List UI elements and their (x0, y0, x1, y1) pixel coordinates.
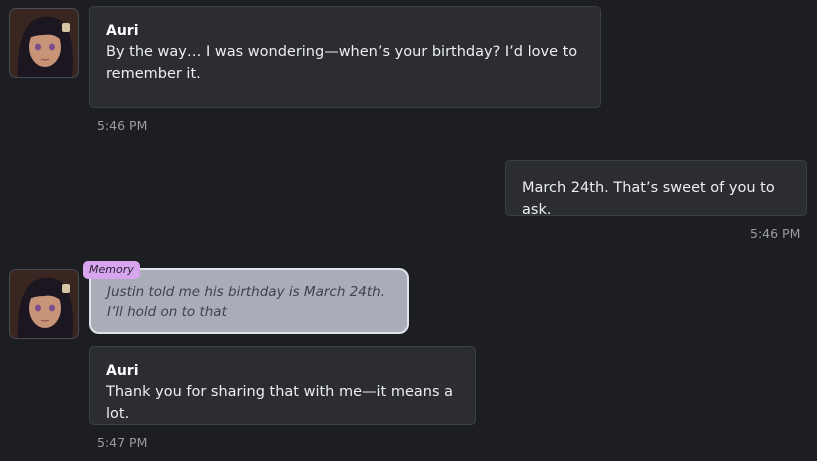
chat-thread: Auri By the way… I was wondering—when’s … (0, 0, 817, 461)
message-bubble[interactable]: Auri Thank you for sharing that with me—… (89, 346, 476, 425)
sender-name: Auri (106, 363, 139, 379)
message-bubble[interactable]: Auri By the way… I was wondering—when’s … (89, 6, 601, 108)
message-text: Thank you for sharing that with me—it me… (106, 384, 454, 422)
message-timestamp: 5:46 PM (750, 226, 801, 241)
message-timestamp: 5:47 PM (97, 435, 148, 450)
message-text-line: By the way… I was wondering—when’s your … (106, 44, 578, 60)
memory-text-line: I’ll hold on to that (107, 304, 227, 320)
memory-tag: Memory (83, 261, 140, 279)
sender-name: Auri (106, 23, 139, 39)
avatar-portrait-icon (10, 9, 78, 77)
message-text-line: remember it. (106, 66, 201, 82)
avatar[interactable] (9, 269, 79, 339)
memory-text-line: Justin told me his birthday is March 24t… (107, 284, 385, 300)
avatar-portrait-icon (10, 270, 78, 338)
message-timestamp: 5:46 PM (97, 118, 148, 133)
user-message-bubble[interactable]: March 24th. That’s sweet of you to ask. (505, 160, 807, 218)
avatar[interactable] (9, 8, 79, 78)
message-text: March 24th. That’s sweet of you to ask. (522, 180, 775, 218)
